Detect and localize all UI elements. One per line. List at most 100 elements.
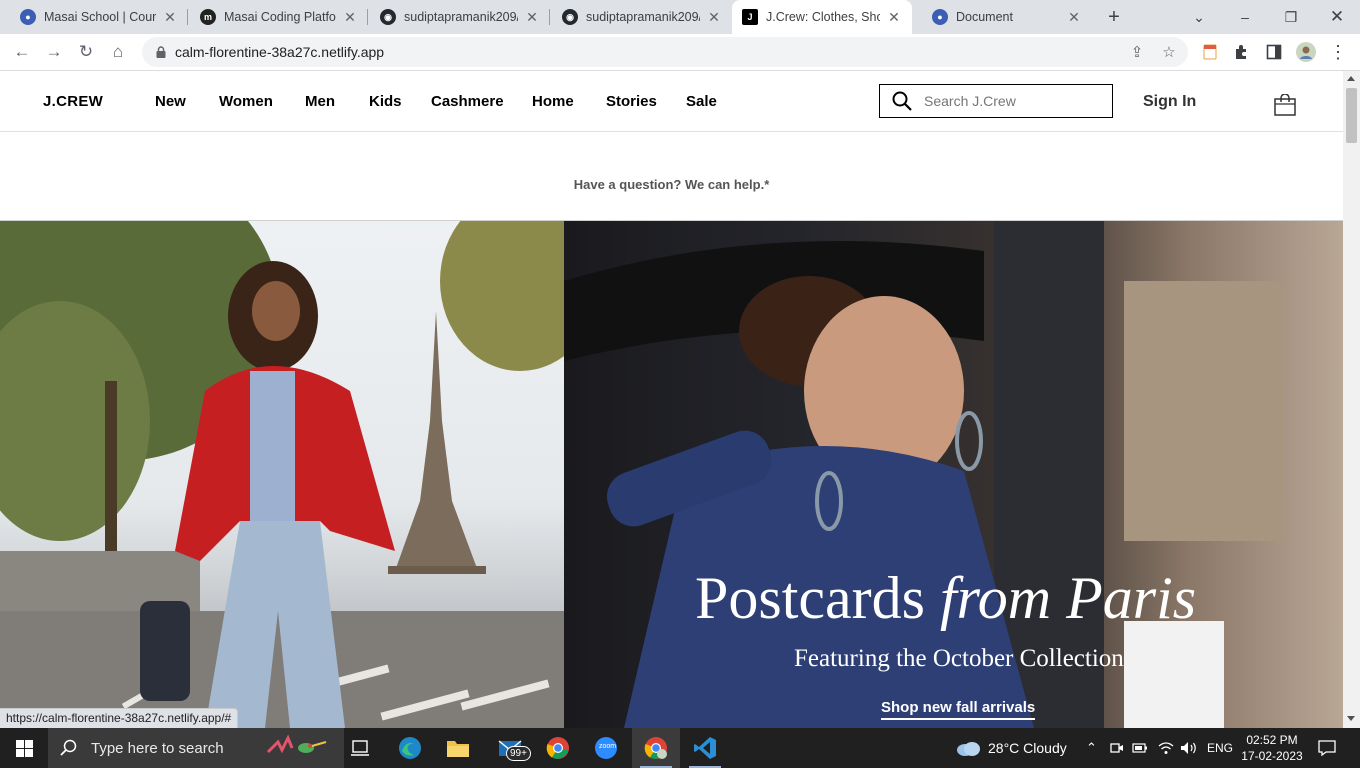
language-indicator[interactable]: ENG [1207,728,1233,768]
extensions-puzzle-icon[interactable] [1232,42,1252,62]
headline-italic: from Paris [939,565,1197,631]
taskbar-chrome[interactable] [534,728,582,768]
vscode-icon [694,737,716,759]
restore-button[interactable]: ❐ [1268,0,1314,34]
tab-title: Masai School | Course [44,10,156,24]
taskbar-chrome-profile-active[interactable] [632,728,680,768]
chrome-icon [546,737,569,759]
hummingbird-search-highlight-icon [264,732,334,767]
minimize-button[interactable]: – [1222,0,1268,34]
mail-unread-badge: 99+ [506,746,531,761]
side-panel-icon[interactable] [1264,42,1284,62]
tab-title: sudiptapramanik209/J [586,10,700,24]
site-search-box [879,84,1113,118]
browser-tab[interactable]: ◉ sudiptapramanik209/J ✕ [542,0,732,34]
search-icon[interactable] [892,91,912,111]
nav-sale[interactable]: Sale [686,93,717,110]
browser-menu-icon[interactable]: ⋮ [1328,42,1348,62]
windows-taskbar: Type here to search 99+ zoom 28°C Cloudy… [0,728,1360,768]
hero-headline: Postcards from Paris [695,564,1196,633]
zoom-label: zoom [599,743,617,750]
nav-cashmere[interactable]: Cashmere [431,93,504,110]
nav-new[interactable]: New [155,93,186,110]
meet-now-icon[interactable] [1110,728,1124,768]
task-view-button[interactable] [336,728,384,768]
scrollbar-thumb[interactable] [1346,88,1357,143]
task-view-icon [351,740,369,756]
browser-tab-strip: ● Masai School | Course ✕ m Masai Coding… [0,0,1360,34]
masai-m-icon: m [200,9,216,25]
github-icon: ◉ [380,9,396,25]
close-icon[interactable]: ✕ [342,9,358,26]
tab-title: Masai Coding Platform [224,10,336,24]
home-button[interactable]: ⌂ [104,38,132,66]
nav-women[interactable]: Women [219,93,273,110]
new-tab-button[interactable]: + [1102,5,1126,29]
share-icon[interactable]: ⇪ [1128,43,1146,61]
scroll-up-arrow-icon[interactable] [1347,76,1355,81]
wifi-icon[interactable] [1158,728,1174,768]
nav-stories[interactable]: Stories [606,93,657,110]
shop-fall-arrivals-link[interactable]: Shop new fall arrivals [881,699,1036,720]
close-icon[interactable]: ✕ [886,9,902,26]
tab-title: sudiptapramanik209/J [404,10,518,24]
weather-text: 28°C Cloudy [988,740,1067,756]
taskbar-zoom[interactable]: zoom [582,728,630,768]
browser-tab[interactable]: ◉ sudiptapramanik209/J ✕ [360,0,550,34]
taskbar-search-box[interactable]: Type here to search [48,728,344,768]
nav-men[interactable]: Men [305,93,335,110]
eiffel-scene-illustration [0,221,564,728]
browser-toolbar: ← → ↻ ⌂ calm-florentine-38a27c.netlify.a… [0,34,1360,71]
browser-tab[interactable]: ● Masai School | Course ✕ [0,0,188,34]
back-button[interactable]: ← [8,38,36,66]
globe-icon: ● [20,9,36,25]
search-input[interactable] [924,93,1104,109]
taskbar-vscode[interactable] [681,728,729,768]
hero-banner[interactable]: Postcards from Paris Featuring the Octob… [564,221,1343,728]
clock-date: 17-02-2023 [1241,749,1303,763]
tab-search-chevron-icon[interactable]: ⌄ [1176,0,1222,34]
close-icon[interactable]: ✕ [706,9,722,26]
reload-button[interactable]: ↻ [72,38,100,66]
page-scrollbar[interactable] [1343,71,1360,728]
battery-icon[interactable] [1132,728,1148,768]
browser-tab[interactable]: ● Document ✕ [912,0,1092,34]
browser-tab-active[interactable]: J J.Crew: Clothes, Shoes ✕ [732,0,912,34]
chrome-profile-icon [644,737,667,759]
shopping-bag-icon[interactable] [1274,93,1296,116]
url-text[interactable]: calm-florentine-38a27c.netlify.app [175,44,384,60]
close-icon[interactable]: ✕ [1066,9,1082,26]
headline-plain: Postcards [695,565,925,631]
close-icon[interactable]: ✕ [524,9,540,26]
show-hidden-icons-chevron-icon[interactable]: ⌃ [1086,728,1097,768]
taskbar-edge[interactable] [386,728,434,768]
close-icon[interactable]: ✕ [162,9,178,26]
browser-tab[interactable]: m Masai Coding Platform ✕ [180,0,368,34]
nav-home[interactable]: Home [532,93,574,110]
forward-button[interactable]: → [40,38,68,66]
bookmark-star-icon[interactable]: ☆ [1160,43,1178,61]
lock-icon[interactable] [156,46,166,58]
nav-kids[interactable]: Kids [369,93,402,110]
cloudy-weather-icon [957,742,980,756]
taskbar-clock[interactable]: 02:52 PM 17-02-2023 [1232,732,1312,764]
hero-image-left[interactable] [0,221,564,728]
status-bar-link: https://calm-florentine-38a27c.netlify.a… [0,708,239,728]
site-header: J.CREW New Women Men Kids Cashmere Home … [0,71,1343,132]
brand-logo[interactable]: J.CREW [43,93,103,110]
taskbar-search-placeholder: Type here to search [91,739,224,757]
sign-in-link[interactable]: Sign In [1143,93,1196,111]
extension-notes-icon[interactable] [1200,42,1220,62]
taskbar-file-explorer[interactable] [434,728,482,768]
volume-icon[interactable] [1180,728,1198,768]
address-bar[interactable]: calm-florentine-38a27c.netlify.app ⇪ ☆ [142,37,1188,67]
hero-subhead: Featuring the October Collection [794,645,1124,672]
help-link[interactable]: Have a question? We can help.* [574,177,770,192]
scroll-down-arrow-icon[interactable] [1347,716,1355,721]
notification-center-icon[interactable] [1318,728,1336,768]
weather-widget[interactable]: 28°C Cloudy [955,728,1067,768]
profile-avatar[interactable] [1296,42,1316,62]
close-window-button[interactable]: ✕ [1314,0,1360,34]
taskbar-mail[interactable]: 99+ [486,728,534,768]
windows-start-button[interactable] [0,728,48,768]
